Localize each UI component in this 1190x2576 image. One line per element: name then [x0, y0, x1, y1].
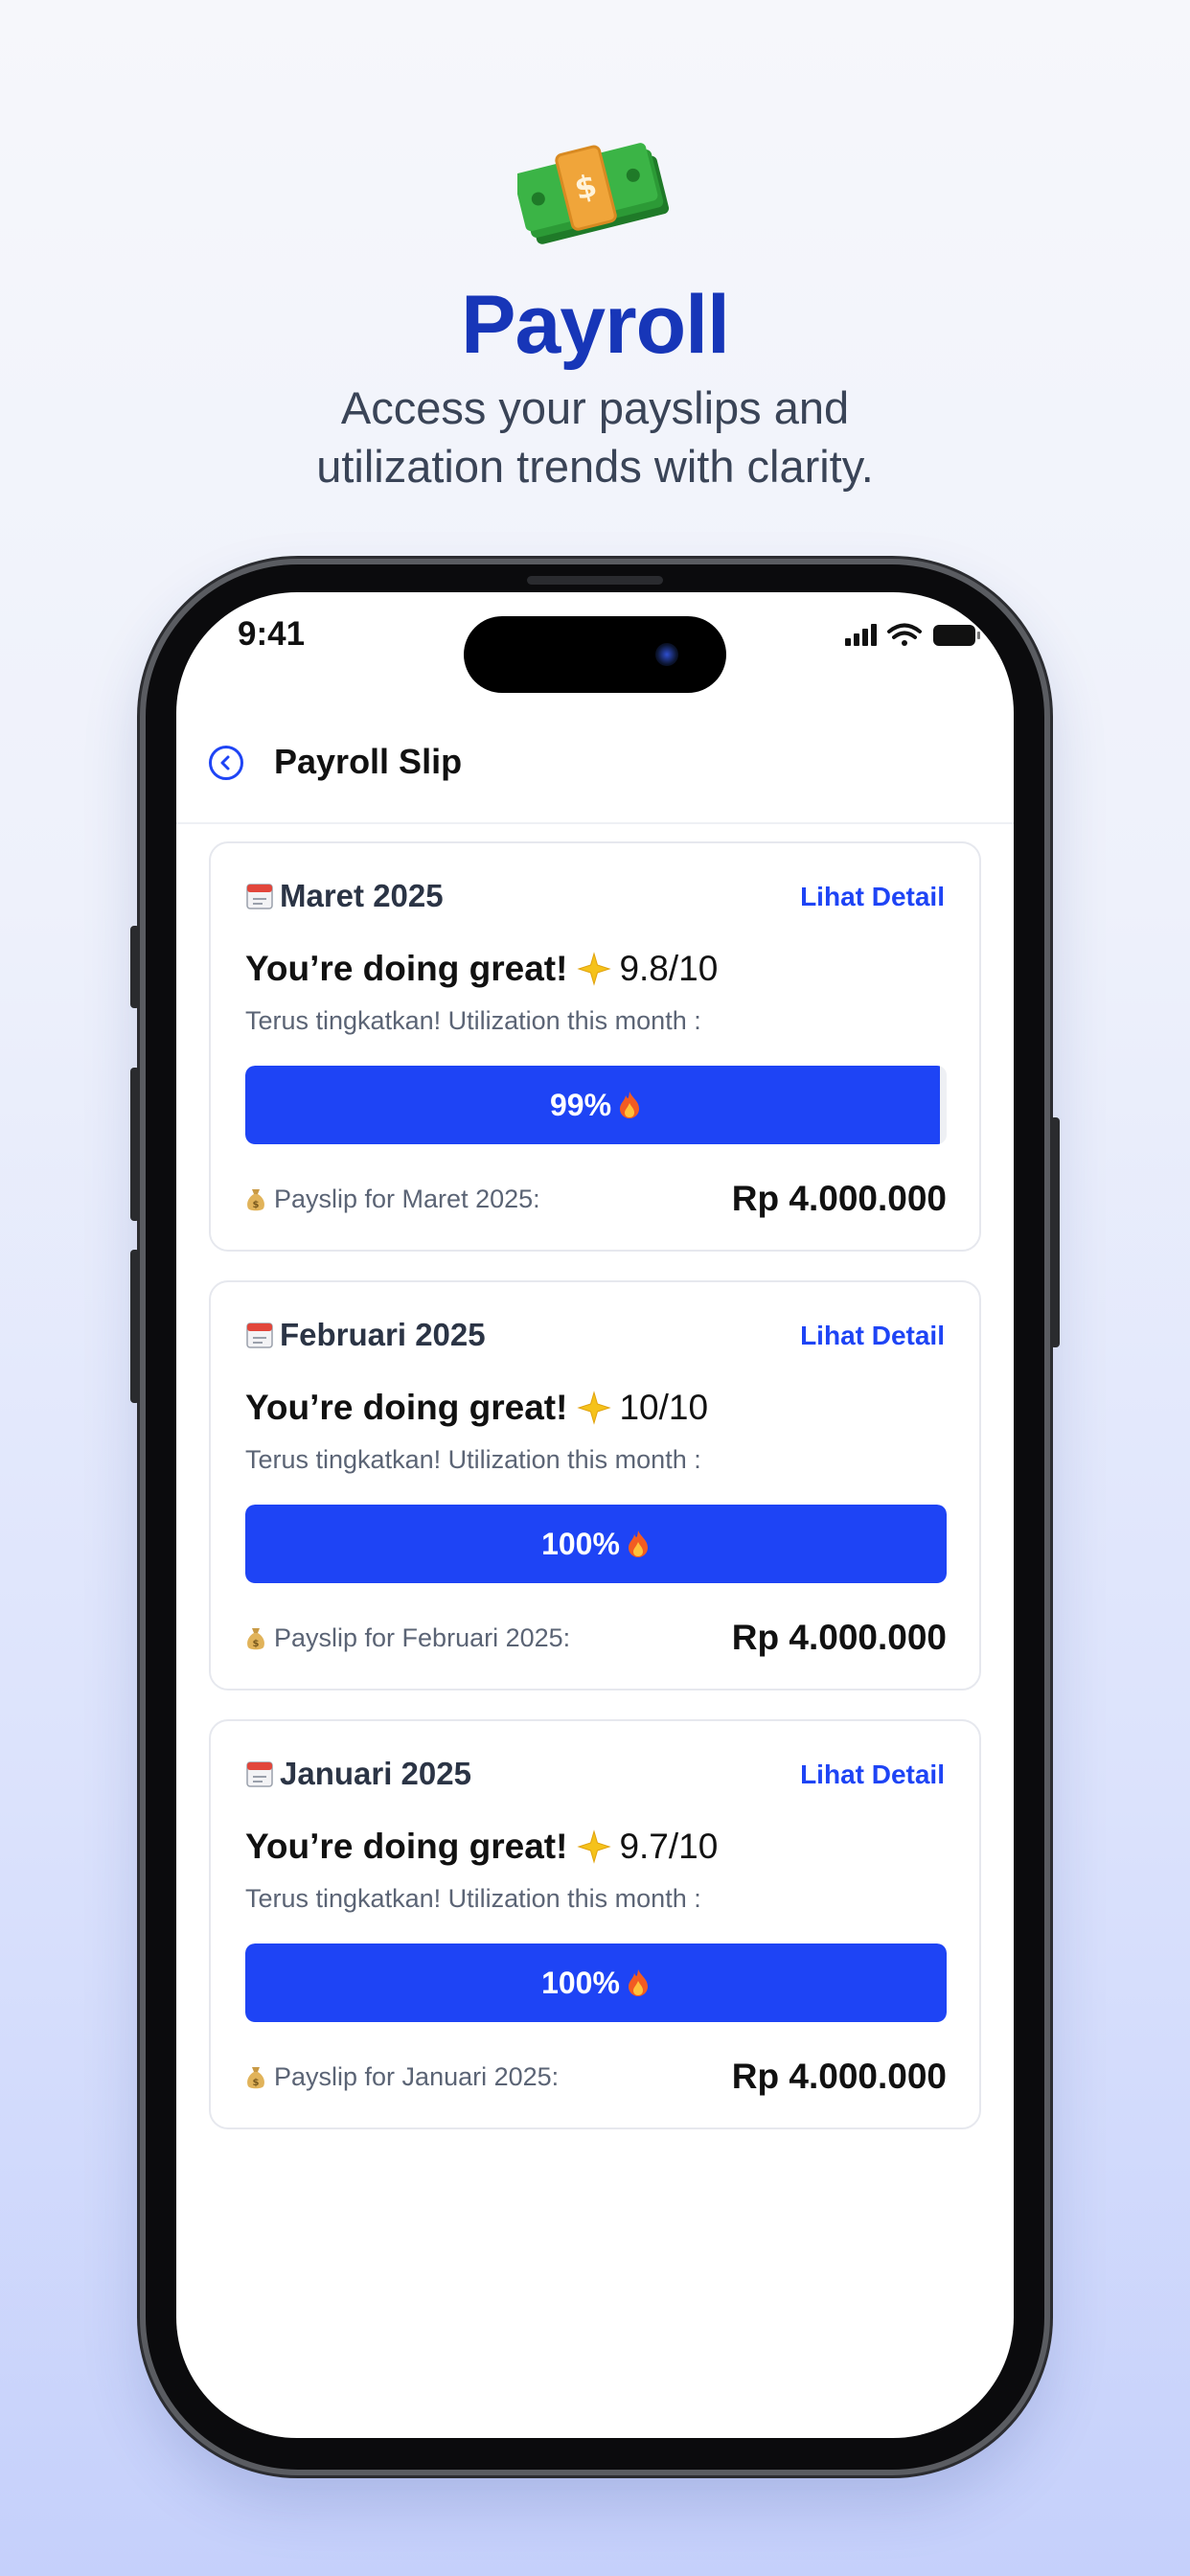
- app-bar: Payroll Slip: [176, 705, 1014, 824]
- card-month-label: Februari 2025: [280, 1317, 486, 1352]
- utilization-bar: 100%: [245, 1505, 947, 1583]
- side-button: [130, 1250, 140, 1403]
- signal-icon: [845, 624, 877, 646]
- money-bag-icon: $: [247, 1627, 264, 1649]
- payslip-amount: Rp 4.000.000: [731, 1618, 947, 1657]
- view-detail-link[interactable]: Lihat Detail: [800, 1321, 945, 1351]
- speaker-grille: [527, 576, 663, 585]
- utilization-label: 100%: [245, 1944, 947, 2022]
- payslip-label-wrap: $ Payslip for Februari 2025:: [245, 1623, 570, 1653]
- payroll-card: Maret 2025 Lihat Detail You’re doing gre…: [209, 841, 981, 1252]
- dynamic-island: [464, 616, 726, 693]
- utilization-hint: Terus tingkatkan! Utilization this month…: [245, 1884, 701, 1913]
- score-value: 10/10: [619, 1388, 709, 1427]
- card-month-label: Januari 2025: [280, 1756, 471, 1791]
- payslip-label-wrap: $ Payslip for Januari 2025:: [245, 2062, 559, 2092]
- star-icon: [577, 952, 612, 986]
- payslip-row: $ Payslip for Februari 2025: Rp 4.000.00…: [245, 1618, 947, 1660]
- page-subtitle: Access your payslips and utilization tre…: [316, 382, 874, 492]
- score-row: You’re doing great! 10/10: [245, 1388, 708, 1428]
- utilization-percent: 100%: [541, 1526, 620, 1561]
- page-title: Payroll: [461, 279, 730, 371]
- view-detail-link[interactable]: Lihat Detail: [800, 882, 945, 912]
- status-time: 9:41: [238, 615, 306, 653]
- score-value: 9.7/10: [619, 1827, 719, 1866]
- fire-icon: [628, 1530, 648, 1557]
- utilization-percent: 100%: [541, 1965, 620, 2000]
- payslip-label: Payslip for Februari 2025:: [274, 1623, 571, 1652]
- svg-text:$: $: [253, 1639, 260, 1649]
- camera-icon: [655, 643, 678, 666]
- payslip-label-wrap: $ Payslip for Maret 2025:: [245, 1184, 540, 1214]
- star-icon: [577, 1391, 612, 1425]
- fire-icon: [620, 1092, 640, 1118]
- score-row: You’re doing great! 9.8/10: [245, 949, 718, 989]
- star-icon: [577, 1829, 612, 1864]
- chevron-left-icon: [220, 755, 230, 770]
- utilization-label: 100%: [245, 1505, 947, 1583]
- view-detail-link[interactable]: Lihat Detail: [800, 1760, 945, 1790]
- card-month: Maret 2025: [245, 878, 444, 914]
- utilization-hint: Terus tingkatkan! Utilization this month…: [245, 1445, 701, 1474]
- utilization-hint: Terus tingkatkan! Utilization this month…: [245, 1006, 701, 1035]
- payroll-card: Februari 2025 Lihat Detail You’re doing …: [209, 1280, 981, 1690]
- calendar-icon: [246, 1322, 273, 1348]
- fire-icon: [628, 1969, 648, 1996]
- score-row: You’re doing great! 9.7/10: [245, 1827, 718, 1867]
- payslip-row: $ Payslip for Januari 2025: Rp 4.000.000: [245, 2057, 947, 2099]
- utilization-label: 99%: [245, 1066, 947, 1144]
- utilization-bar: 99%: [245, 1066, 947, 1144]
- money-bag-icon: $: [247, 1188, 264, 1210]
- battery-icon: [933, 625, 980, 646]
- svg-text:$: $: [253, 2078, 260, 2088]
- calendar-icon: [246, 1761, 273, 1787]
- card-month-label: Maret 2025: [280, 878, 444, 913]
- score-label: You’re doing great!: [245, 1827, 568, 1866]
- side-button: [130, 926, 140, 1008]
- score-label: You’re doing great!: [245, 949, 568, 988]
- payroll-card: Januari 2025 Lihat Detail You’re doing g…: [209, 1719, 981, 2129]
- payslip-amount: Rp 4.000.000: [731, 1179, 947, 1218]
- wifi-icon: [887, 623, 922, 646]
- payslip-label: Payslip for Januari 2025:: [274, 2062, 560, 2091]
- utilization-bar: 100%: [245, 1944, 947, 2022]
- payslip-label: Payslip for Maret 2025:: [274, 1184, 540, 1213]
- status-icons: [845, 623, 980, 646]
- back-button[interactable]: [209, 746, 243, 780]
- phone-screen: 9:41 Payroll Slip Maret 2025 Lihat Detai…: [176, 592, 1014, 2438]
- score-value: 9.8/10: [619, 949, 719, 988]
- card-month: Januari 2025: [245, 1756, 471, 1792]
- calendar-icon: [246, 884, 273, 909]
- money-stack-icon: $: [517, 143, 670, 244]
- side-button: [1050, 1117, 1060, 1347]
- card-month: Februari 2025: [245, 1317, 486, 1353]
- payslip-amount: Rp 4.000.000: [731, 2057, 947, 2096]
- side-button: [130, 1068, 140, 1221]
- score-label: You’re doing great!: [245, 1388, 568, 1427]
- payslip-row: $ Payslip for Maret 2025: Rp 4.000.000: [245, 1179, 947, 1221]
- utilization-percent: 99%: [549, 1087, 612, 1122]
- svg-text:$: $: [253, 1200, 260, 1210]
- appbar-title: Payroll Slip: [274, 742, 463, 781]
- money-bag-icon: $: [247, 2066, 264, 2088]
